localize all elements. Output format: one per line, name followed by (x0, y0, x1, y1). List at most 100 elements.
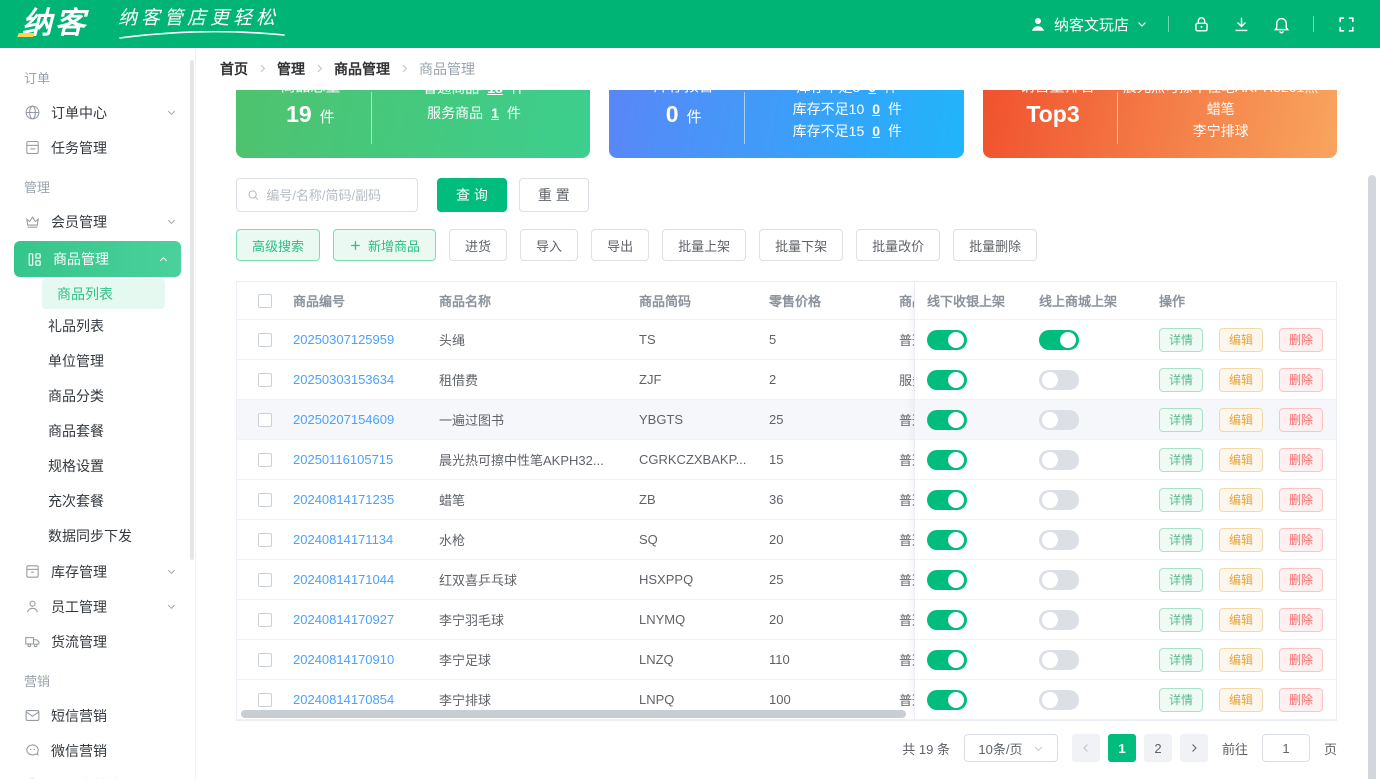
horizontal-scrollbar[interactable] (241, 710, 906, 718)
sidebar-item-order-center[interactable]: 订单中心 (0, 95, 195, 130)
detail-count-link[interactable]: 0 (872, 101, 880, 117)
batch-reprice-button[interactable]: 批量改价 (856, 229, 941, 261)
detail-button[interactable]: 详情 (1159, 567, 1203, 592)
row-checkbox[interactable] (258, 653, 272, 668)
edit-button[interactable]: 编辑 (1219, 487, 1263, 512)
detail-count-link[interactable]: 0 (872, 123, 880, 139)
detail-count-link[interactable]: 0 (868, 90, 876, 95)
row-checkbox[interactable] (258, 573, 272, 588)
offline-shelf-toggle[interactable] (927, 449, 967, 470)
sidebar-scrollbar[interactable] (190, 60, 194, 560)
offline-shelf-toggle[interactable] (927, 569, 967, 590)
product-code-link[interactable]: 20250207154609 (293, 412, 394, 427)
export-button[interactable]: 导出 (591, 229, 650, 261)
submenu-data-sync[interactable]: 数据同步下发 (0, 519, 195, 554)
edit-button[interactable]: 编辑 (1219, 327, 1263, 352)
delete-button[interactable]: 删除 (1279, 647, 1323, 672)
delete-button[interactable]: 删除 (1279, 607, 1323, 632)
add-product-button[interactable]: 新增商品 (333, 229, 437, 261)
product-code-link[interactable]: 20240814170854 (293, 692, 394, 707)
batch-onshelf-button[interactable]: 批量上架 (662, 229, 747, 261)
row-checkbox[interactable] (258, 453, 272, 468)
edit-button[interactable]: 编辑 (1219, 567, 1263, 592)
row-checkbox[interactable] (258, 333, 272, 348)
product-code-link[interactable]: 20250303153634 (293, 372, 394, 387)
sidebar-item-product-manage[interactable]: 商品管理 (14, 241, 181, 277)
detail-button[interactable]: 详情 (1159, 367, 1203, 392)
offline-shelf-toggle[interactable] (927, 409, 967, 430)
download-button[interactable] (1229, 12, 1253, 36)
query-button[interactable]: 查 询 (437, 178, 507, 212)
online-shelf-toggle[interactable] (1039, 449, 1079, 470)
detail-button[interactable]: 详情 (1159, 487, 1203, 512)
goto-page-input[interactable] (1261, 734, 1310, 762)
notifications-button[interactable] (1269, 12, 1293, 36)
delete-button[interactable]: 删除 (1279, 447, 1323, 472)
offline-shelf-toggle[interactable] (927, 489, 967, 510)
next-page-button[interactable] (1179, 734, 1208, 762)
online-shelf-toggle[interactable] (1039, 689, 1079, 710)
edit-button[interactable]: 编辑 (1219, 367, 1263, 392)
online-shelf-toggle[interactable] (1039, 609, 1079, 630)
online-shelf-toggle[interactable] (1039, 529, 1079, 550)
edit-button[interactable]: 编辑 (1219, 687, 1263, 712)
edit-button[interactable]: 编辑 (1219, 647, 1263, 672)
online-shelf-toggle[interactable] (1039, 329, 1079, 350)
batch-offshelf-button[interactable]: 批量下架 (759, 229, 844, 261)
purchase-button[interactable]: 进货 (449, 229, 508, 261)
product-code-link[interactable]: 20240814171044 (293, 572, 394, 587)
offline-shelf-toggle[interactable] (927, 649, 967, 670)
offline-shelf-toggle[interactable] (927, 369, 967, 390)
edit-button[interactable]: 编辑 (1219, 407, 1263, 432)
sidebar-item-sms-marketing[interactable]: 短信营销 (0, 698, 195, 733)
store-account-menu[interactable]: 纳客文玩店 (1029, 14, 1148, 35)
detail-button[interactable]: 详情 (1159, 687, 1203, 712)
detail-count-link[interactable]: 1 (491, 105, 499, 121)
row-checkbox[interactable] (258, 493, 272, 508)
search-input[interactable] (266, 187, 407, 203)
select-all-checkbox[interactable] (258, 294, 272, 309)
sidebar-item-member-manage[interactable]: 会员管理 (0, 204, 195, 239)
page-size-select[interactable]: 10条/页 (963, 734, 1058, 762)
online-shelf-toggle[interactable] (1039, 569, 1079, 590)
sidebar-item-stock-manage[interactable]: 库存管理 (0, 554, 195, 589)
breadcrumb-management[interactable]: 管理 (277, 59, 305, 79)
online-shelf-toggle[interactable] (1039, 409, 1079, 430)
batch-delete-button[interactable]: 批量删除 (953, 229, 1038, 261)
prev-page-button[interactable] (1071, 734, 1100, 762)
sidebar-item-miniprogram-marketing[interactable]: 小程序营销 (0, 768, 195, 779)
delete-button[interactable]: 删除 (1279, 407, 1323, 432)
delete-button[interactable]: 删除 (1279, 487, 1323, 512)
submenu-product-category[interactable]: 商品分类 (0, 379, 195, 414)
row-checkbox[interactable] (258, 693, 272, 708)
detail-button[interactable]: 详情 (1159, 527, 1203, 552)
advanced-search-button[interactable]: 高级搜索 (236, 229, 321, 261)
fullscreen-button[interactable] (1334, 12, 1358, 36)
page-button-2[interactable]: 2 (1143, 734, 1172, 762)
row-checkbox[interactable] (258, 373, 272, 388)
lock-button[interactable] (1189, 12, 1213, 36)
sidebar-item-staff-manage[interactable]: 员工管理 (0, 589, 195, 624)
detail-count-link[interactable]: 18 (487, 90, 503, 96)
product-code-link[interactable]: 20240814170927 (293, 612, 394, 627)
product-code-link[interactable]: 20240814171235 (293, 492, 394, 507)
detail-button[interactable]: 详情 (1159, 327, 1203, 352)
delete-button[interactable]: 删除 (1279, 567, 1323, 592)
edit-button[interactable]: 编辑 (1219, 607, 1263, 632)
import-button[interactable]: 导入 (520, 229, 579, 261)
edit-button[interactable]: 编辑 (1219, 527, 1263, 552)
detail-button[interactable]: 详情 (1159, 407, 1203, 432)
row-checkbox[interactable] (258, 613, 272, 628)
row-checkbox[interactable] (258, 413, 272, 428)
sidebar-item-logistics-manage[interactable]: 货流管理 (0, 624, 195, 659)
online-shelf-toggle[interactable] (1039, 369, 1079, 390)
submenu-spec-setting[interactable]: 规格设置 (0, 449, 195, 484)
breadcrumb-home[interactable]: 首页 (220, 59, 248, 79)
delete-button[interactable]: 删除 (1279, 687, 1323, 712)
breadcrumb-product-manage[interactable]: 商品管理 (334, 59, 390, 79)
online-shelf-toggle[interactable] (1039, 489, 1079, 510)
offline-shelf-toggle[interactable] (927, 329, 967, 350)
page-button-1[interactable]: 1 (1107, 734, 1136, 762)
vertical-scrollbar[interactable] (1368, 175, 1376, 779)
sidebar-item-wechat-marketing[interactable]: 微信营销 (0, 733, 195, 768)
